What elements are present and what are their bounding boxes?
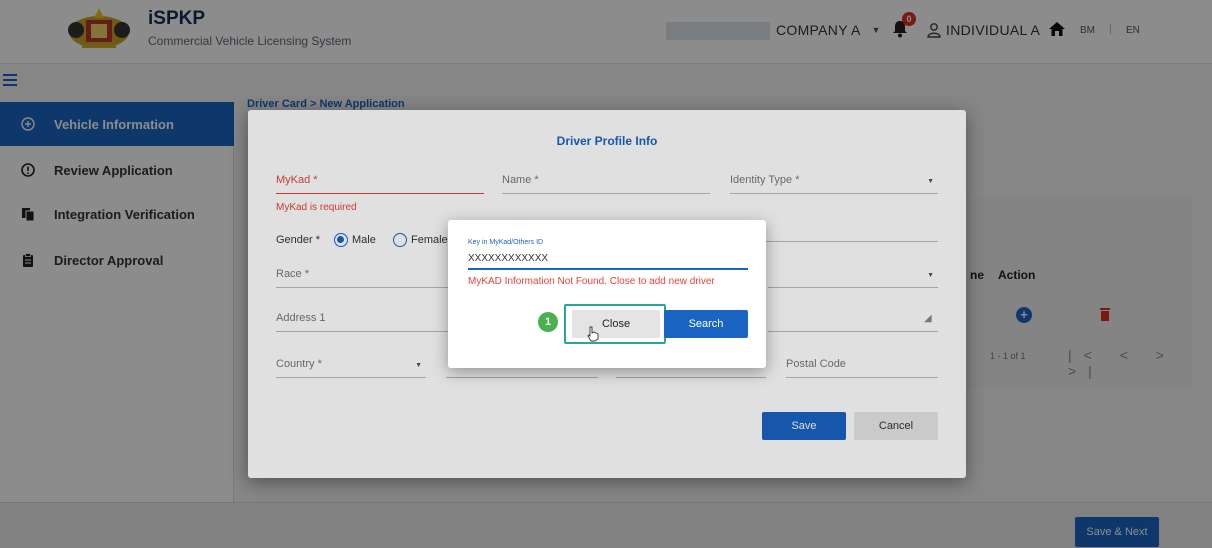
not-found-message: MyKAD Information Not Found. Close to ad… bbox=[468, 276, 715, 287]
mykad-input-label: Key in MyKad/Others ID bbox=[468, 239, 544, 246]
mykad-input[interactable] bbox=[468, 248, 748, 270]
search-button[interactable]: Search bbox=[664, 310, 748, 338]
step-number-badge: 1 bbox=[538, 312, 558, 332]
hand-cursor-icon bbox=[587, 326, 599, 342]
mykad-search-popup: Key in MyKad/Others ID MyKAD Information… bbox=[448, 220, 766, 368]
highlight-box bbox=[564, 304, 666, 344]
